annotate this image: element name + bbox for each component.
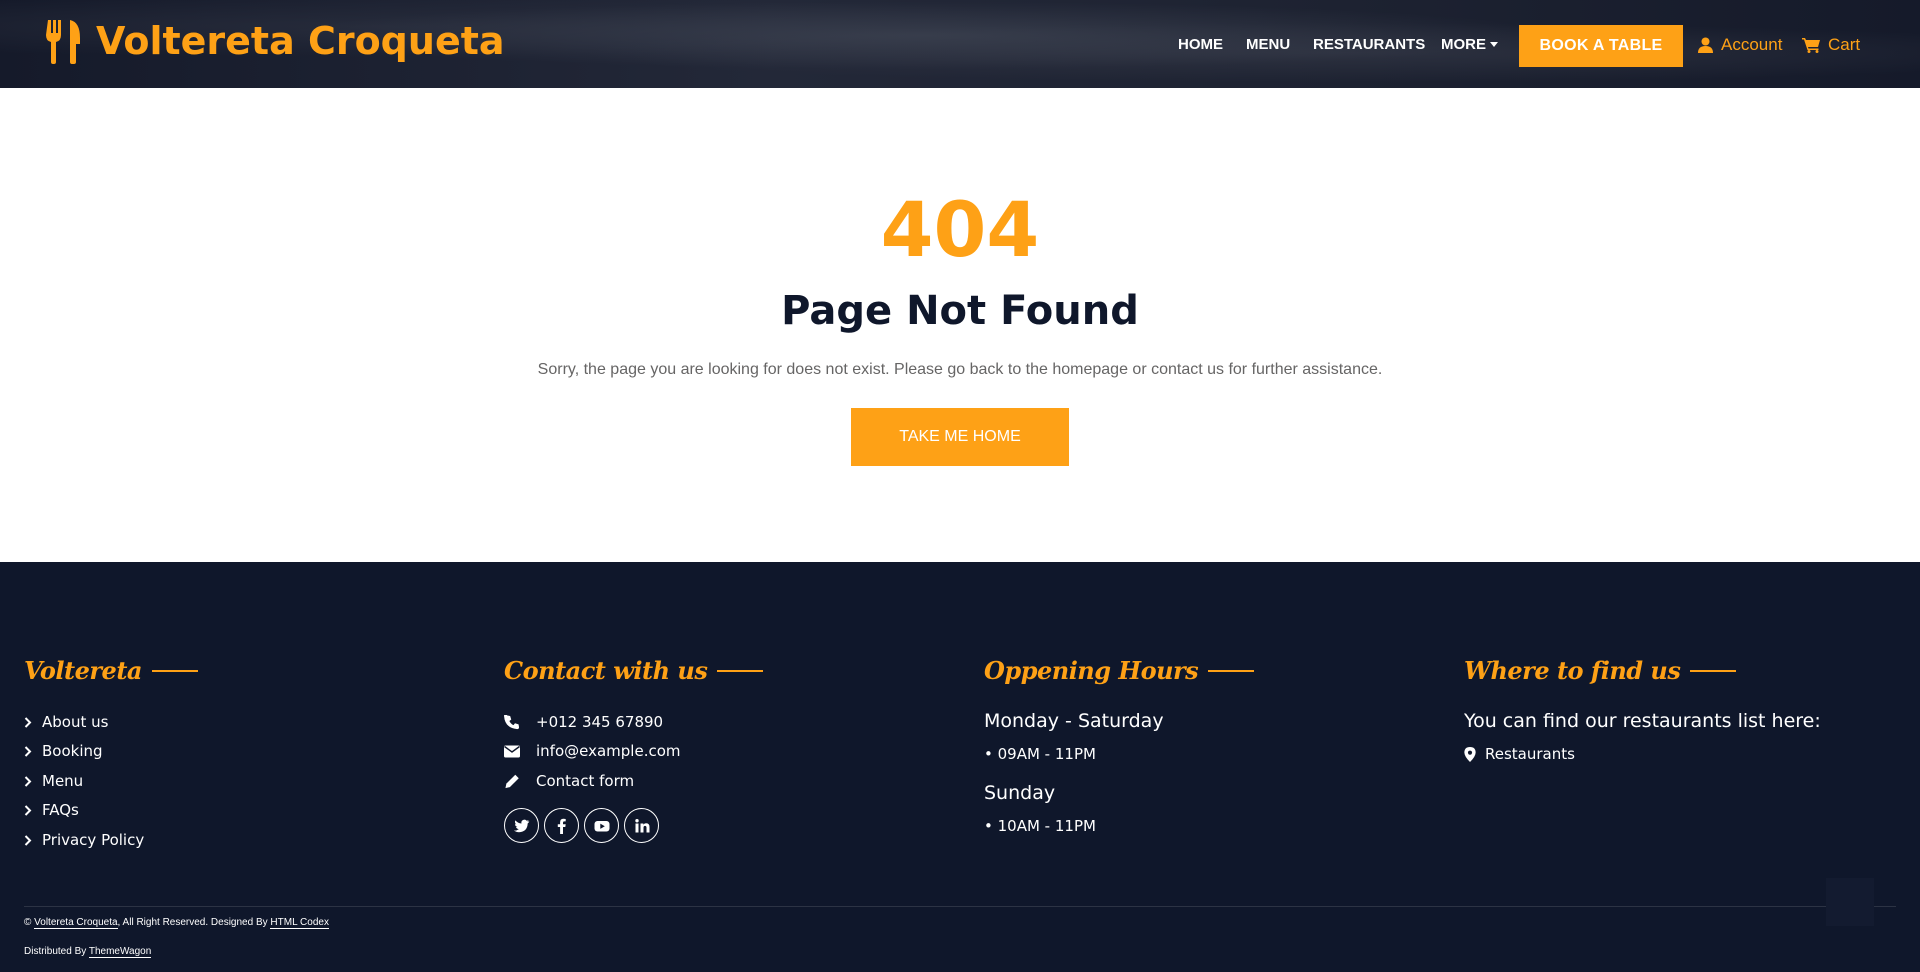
- distributed-text: Distributed By: [24, 946, 87, 957]
- copyright-line: © Voltereta Croqueta, All Right Reserved…: [24, 917, 329, 929]
- brand-logo[interactable]: Voltereta Croqueta: [46, 18, 505, 64]
- caret-down-icon: [1490, 42, 1498, 47]
- error-code: 404: [880, 185, 1040, 274]
- footer-title-contact: Contact with us: [504, 656, 764, 685]
- envelope-icon: [504, 745, 520, 757]
- youtube-icon: [594, 820, 609, 831]
- hours-time-weekday: • 09AM - 11PM: [984, 745, 1096, 763]
- footer-title-text: Oppening Hours: [984, 656, 1199, 685]
- nav-more-dropdown[interactable]: MORE: [1441, 36, 1498, 53]
- nav-menu[interactable]: MENU: [1246, 36, 1290, 53]
- chevron-right-icon: [24, 716, 32, 728]
- nav-more-label: MORE: [1441, 36, 1486, 53]
- phone-icon: [504, 714, 520, 729]
- footer-title-text: Where to find us: [1464, 656, 1681, 685]
- chevron-right-icon: [24, 834, 32, 846]
- footer-link-label: Booking: [42, 742, 103, 760]
- restaurants-link[interactable]: Restaurants: [1464, 745, 1575, 763]
- nav-restaurants[interactable]: RESTAURANTS: [1313, 36, 1425, 53]
- hours-day-weekday: Monday - Saturday: [984, 710, 1164, 732]
- footer-title-text: Contact with us: [504, 656, 708, 685]
- chevron-right-icon: [24, 775, 32, 787]
- footer-link-booking[interactable]: Booking: [24, 742, 103, 760]
- hours-time-sunday: • 10AM - 11PM: [984, 817, 1096, 835]
- linkedin-icon: [634, 818, 649, 832]
- contact-form-text: Contact form: [536, 772, 635, 790]
- facebook-button[interactable]: [544, 808, 579, 843]
- phone-text: +012 345 67890: [536, 713, 664, 731]
- footer-phone[interactable]: +012 345 67890: [504, 713, 663, 731]
- title-underline: [1208, 669, 1255, 672]
- hours-day-sunday: Sunday: [984, 782, 1056, 804]
- footer-title-text: Voltereta: [24, 656, 142, 685]
- footer-link-label: About us: [42, 713, 109, 731]
- footer-email[interactable]: info@example.com: [504, 742, 681, 760]
- footer-link-faqs[interactable]: FAQs: [24, 801, 79, 819]
- account-label: Account: [1721, 35, 1783, 54]
- nav-home[interactable]: HOME: [1178, 36, 1223, 53]
- twitter-icon: [513, 819, 529, 832]
- footer-link-label: FAQs: [42, 801, 79, 819]
- twitter-button[interactable]: [504, 808, 539, 843]
- footer-title-voltereta: Voltereta: [24, 656, 198, 685]
- linkedin-button[interactable]: [624, 808, 659, 843]
- youtube-button[interactable]: [584, 808, 619, 843]
- chevron-right-icon: [24, 804, 32, 816]
- chevron-right-icon: [24, 745, 32, 757]
- cart-label: Cart: [1828, 35, 1861, 54]
- brand-name: Voltereta Croqueta: [96, 19, 505, 63]
- title-underline: [717, 669, 764, 672]
- distributed-line: Distributed By ThemeWagon: [24, 946, 152, 958]
- footer-contact-form[interactable]: Contact form: [504, 772, 634, 790]
- designer-link[interactable]: HTML Codex: [270, 917, 329, 929]
- error-title: Page Not Found: [781, 288, 1139, 334]
- find-us-text: You can find our restaurants list here:: [1464, 710, 1821, 732]
- top-navbar: Voltereta Croqueta HOME MENU RESTAURANTS…: [0, 0, 1920, 88]
- error-message: Sorry, the page you are looking for does…: [537, 361, 1383, 378]
- pencil-icon: [505, 774, 519, 788]
- back-to-top-button[interactable]: [1826, 878, 1874, 926]
- footer-link-privacy[interactable]: Privacy Policy: [24, 831, 144, 849]
- footer-link-menu[interactable]: Menu: [24, 772, 83, 790]
- user-icon: [1698, 37, 1713, 53]
- email-text: info@example.com: [536, 742, 681, 760]
- footer: [0, 562, 1920, 972]
- distributor-link[interactable]: ThemeWagon: [88, 946, 152, 958]
- title-underline: [151, 669, 198, 672]
- footer-title-hours: Oppening Hours: [984, 656, 1255, 685]
- restaurants-link-label: Restaurants: [1485, 745, 1575, 763]
- utensils-icon: [46, 20, 80, 64]
- cart-link[interactable]: Cart: [1802, 35, 1860, 55]
- copyright-text: , All Right Reserved. Designed By: [117, 917, 268, 928]
- account-link[interactable]: Account: [1698, 35, 1782, 55]
- copyright-brand-link[interactable]: Voltereta Croqueta: [34, 917, 118, 929]
- map-marker-icon: [1464, 746, 1476, 762]
- book-table-button[interactable]: BOOK A TABLE: [1519, 25, 1683, 67]
- footer-link-label: Menu: [42, 772, 84, 790]
- footer-title-where: Where to find us: [1464, 656, 1737, 685]
- footer-divider: [24, 906, 1896, 907]
- copyright-symbol: ©: [24, 917, 32, 928]
- title-underline: [1690, 669, 1737, 672]
- footer-link-label: Privacy Policy: [42, 831, 145, 849]
- cart-icon: [1802, 38, 1820, 53]
- facebook-icon: [557, 818, 566, 834]
- footer-link-about[interactable]: About us: [24, 713, 108, 731]
- take-me-home-button[interactable]: TAKE ME HOME: [851, 408, 1069, 466]
